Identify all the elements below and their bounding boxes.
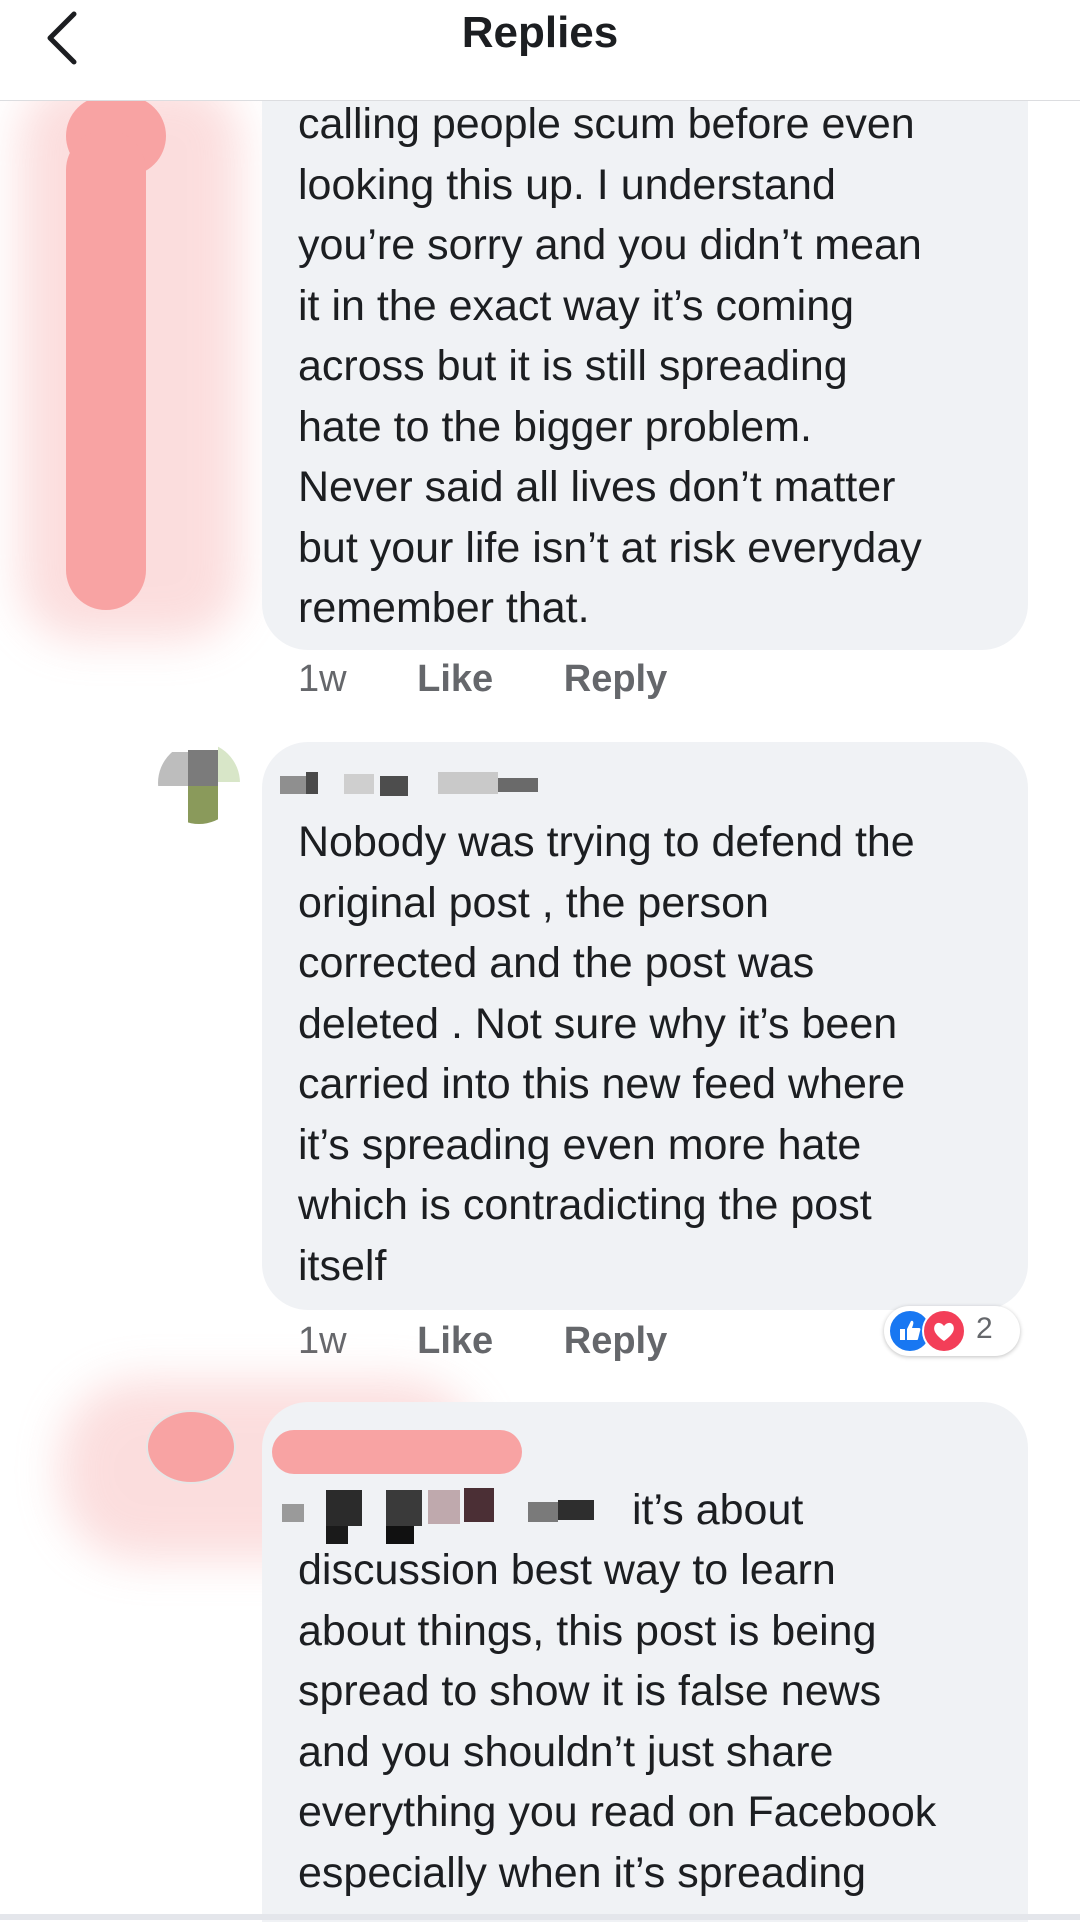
reactions-summary[interactable]: 2 [884, 1306, 1020, 1356]
tagged-name-redacted [282, 1482, 632, 1546]
comment-actions: 1w Like Reply [298, 1320, 727, 1363]
comment-actions: 1w Like Reply [298, 658, 727, 701]
redaction-overlay [272, 1430, 522, 1474]
reply-button[interactable]: Reply [564, 658, 667, 700]
author-name-redacted [280, 772, 580, 796]
divider [0, 1914, 1080, 1920]
redaction-overlay [66, 130, 146, 610]
love-icon [922, 1309, 966, 1353]
page-title: Replies [461, 8, 619, 57]
comment-timestamp: 1w [298, 658, 347, 700]
comment-bubble: Nobody was trying to defend the original… [262, 742, 1028, 1310]
comment-bubble: it’s about discussion best way to learn … [262, 1402, 1028, 1922]
avatar[interactable] [146, 1410, 236, 1484]
comment-text: discussion best way to learn about thing… [298, 1546, 937, 1897]
comment-bubble: calling people scum before even looking … [262, 90, 1028, 650]
like-button[interactable]: Like [417, 1320, 493, 1362]
avatar[interactable] [158, 742, 240, 824]
comment-text: Nobody was trying to defend the original… [298, 818, 915, 1290]
like-button[interactable]: Like [417, 658, 493, 700]
comment-text: calling people scum before even looking … [298, 100, 922, 632]
reaction-count: 2 [976, 1312, 993, 1345]
reply-button[interactable]: Reply [564, 1320, 667, 1362]
comment-text-first-line: it’s about [632, 1486, 804, 1534]
top-bar: Replies [0, 0, 1080, 101]
comment-timestamp: 1w [298, 1320, 347, 1362]
